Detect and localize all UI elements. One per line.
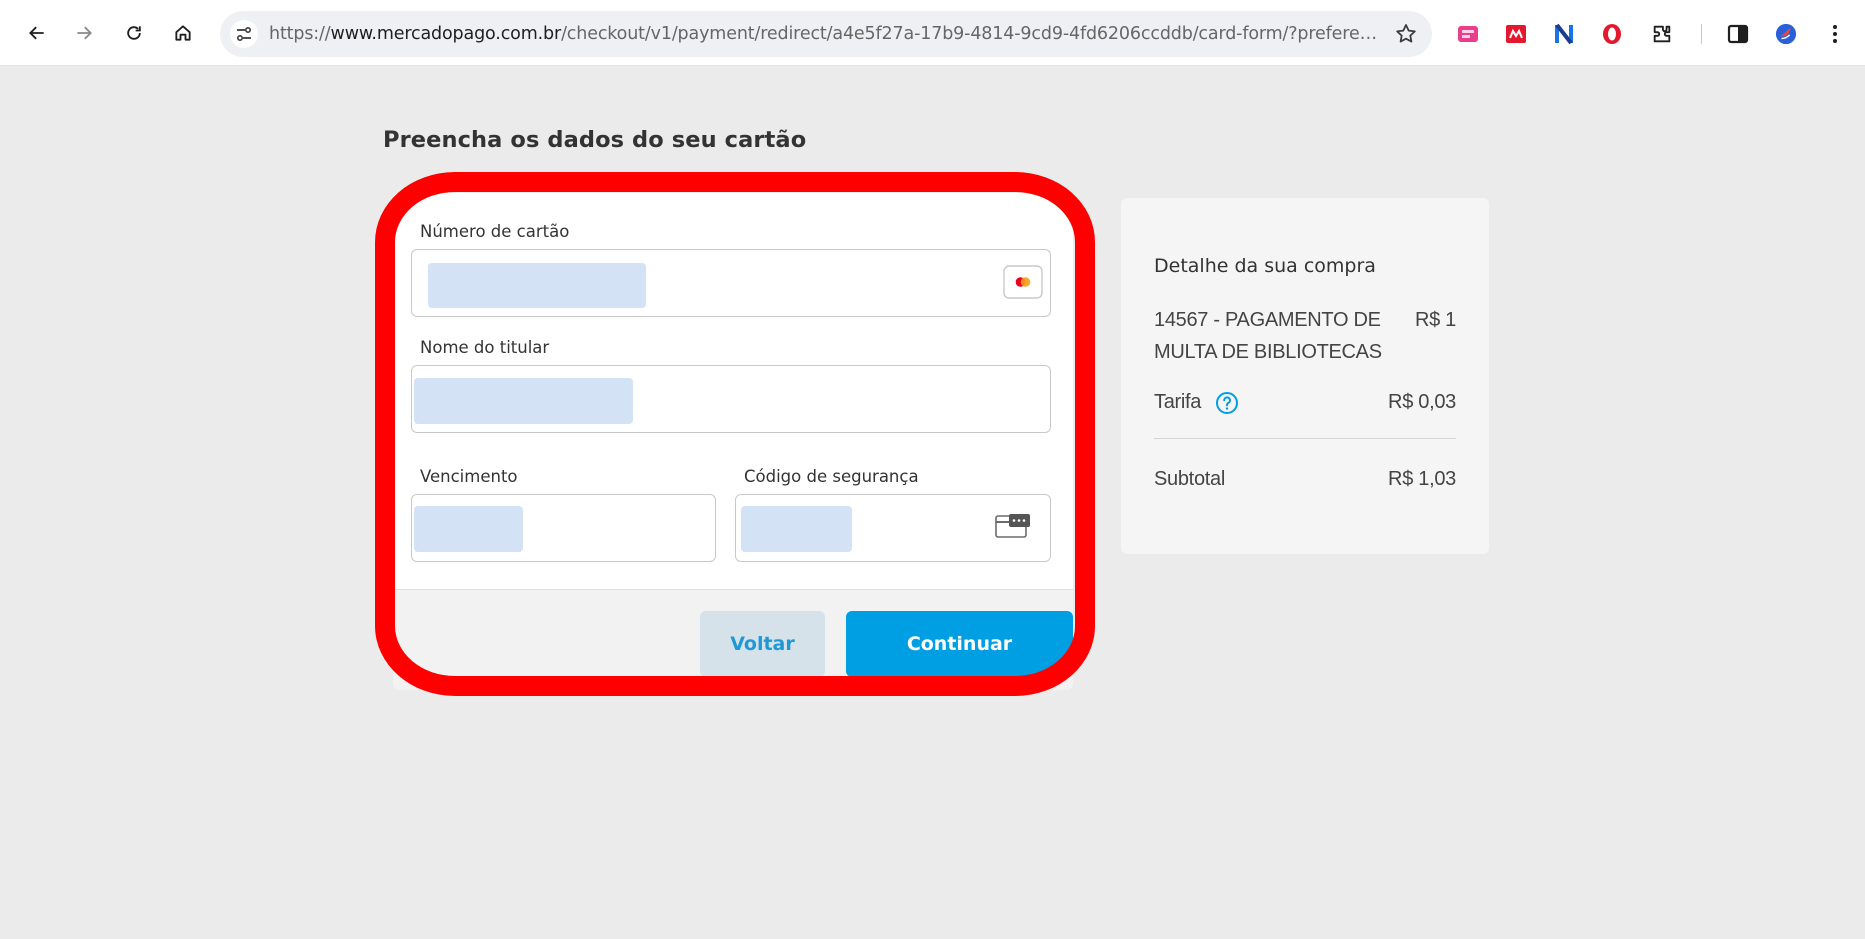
- home-button[interactable]: [166, 16, 200, 50]
- holder-name-input[interactable]: [411, 365, 1051, 433]
- summary-subtotal-label: Subtotal: [1154, 468, 1225, 490]
- security-code-card-icon: [995, 514, 1030, 538]
- browser-toolbar: https://www.mercadopago.com.br/checkout/…: [0, 0, 1865, 66]
- summary-item-price: R$ 1: [1414, 309, 1456, 331]
- holder-name-label: Nome do titular: [420, 338, 550, 357]
- side-panel-icon: [1727, 24, 1749, 44]
- toolbar-separator: [1701, 24, 1702, 44]
- extension-pink-button[interactable]: [1457, 23, 1479, 45]
- extension-opera-button[interactable]: [1601, 23, 1623, 45]
- security-code-label: Código de segurança: [744, 467, 919, 486]
- security-code-input[interactable]: [735, 494, 1051, 562]
- url-text[interactable]: https://www.mercadopago.com.br/checkout/…: [269, 24, 1379, 44]
- forward-button[interactable]: [67, 16, 101, 50]
- menu-dots-icon: [1833, 25, 1837, 43]
- summary-fee-value: R$ 0,03: [1388, 391, 1456, 413]
- url-host: www.mercadopago.com.br: [330, 24, 562, 44]
- n-extension-icon: [1555, 23, 1573, 45]
- back-arrow-icon: [29, 26, 44, 40]
- expiry-input[interactable]: [411, 494, 716, 562]
- bookmark-star-icon[interactable]: [1394, 22, 1418, 46]
- forward-arrow-icon: [77, 26, 92, 40]
- purchase-summary: Detalhe da sua compra 14567 - PAGAMENTO …: [1121, 198, 1489, 554]
- page-title: Preencha os dados do seu cartão: [383, 127, 807, 153]
- back-button-form[interactable]: Voltar: [700, 611, 825, 677]
- extension-n-button[interactable]: [1553, 23, 1575, 45]
- summary-fee-label: Tarifa: [1154, 391, 1202, 413]
- card-number-input[interactable]: [411, 249, 1051, 317]
- pink-extension-icon: [1458, 26, 1478, 42]
- continue-button[interactable]: Continuar: [846, 611, 1073, 677]
- summary-title: Detalhe da sua compra: [1154, 255, 1376, 277]
- site-info-button[interactable]: [230, 20, 258, 48]
- card-number-label: Número de cartão: [420, 222, 570, 241]
- summary-divider: [1154, 438, 1456, 439]
- site-info-icon: [236, 26, 252, 42]
- expiry-label: Vencimento: [420, 467, 518, 486]
- summary-subtotal-value: R$ 1,03: [1388, 468, 1456, 490]
- profile-button[interactable]: [1775, 23, 1797, 45]
- browser-menu-button[interactable]: [1824, 23, 1846, 45]
- extensions-menu-button[interactable]: [1651, 23, 1673, 45]
- home-icon: [175, 25, 191, 41]
- summary-item-line1: 14567 - PAGAMENTO DE: [1154, 309, 1381, 331]
- reload-button[interactable]: [117, 16, 151, 50]
- opera-extension-icon: [1603, 24, 1621, 44]
- red-extension-icon: [1506, 25, 1526, 43]
- url-path: /checkout/v1/payment/redirect/a4e5f27a-1…: [561, 24, 1379, 44]
- card-form: Número de cartão Nome do titular Vencime…: [393, 193, 1073, 690]
- expiry-autofill: [414, 506, 523, 552]
- address-bar[interactable]: https://www.mercadopago.com.br/checkout/…: [220, 11, 1432, 57]
- card-brand-icon: [1003, 265, 1043, 299]
- side-panel-button[interactable]: [1727, 23, 1749, 45]
- url-scheme: https://: [269, 24, 331, 44]
- card-number-autofill: [428, 263, 646, 308]
- extension-red-button[interactable]: [1505, 23, 1527, 45]
- card-form-body: Número de cartão Nome do titular Vencime…: [393, 193, 1073, 590]
- summary-item-line2: MULTA DE BIBLIOTECAS: [1154, 341, 1382, 363]
- back-button[interactable]: [20, 16, 54, 50]
- profile-icon: [1775, 23, 1797, 45]
- help-icon[interactable]: [1215, 391, 1239, 415]
- security-code-autofill: [741, 506, 852, 552]
- extension-icon: [1653, 25, 1671, 43]
- reload-icon: [127, 26, 141, 40]
- holder-name-autofill: [414, 378, 633, 424]
